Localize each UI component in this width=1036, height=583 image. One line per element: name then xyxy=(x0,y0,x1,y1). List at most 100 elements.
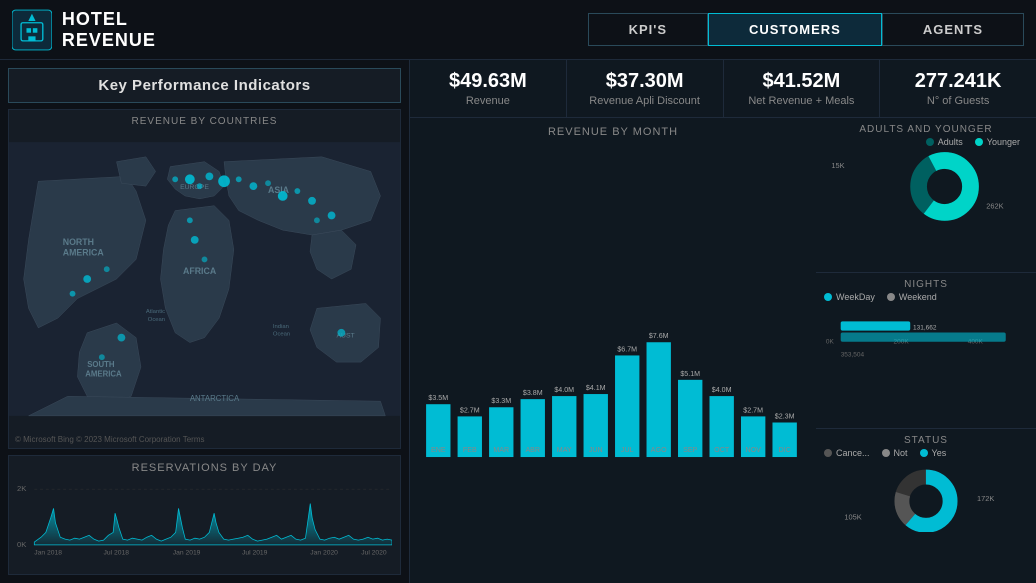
svg-text:353,504: 353,504 xyxy=(841,352,865,359)
svg-text:0K: 0K xyxy=(17,540,27,549)
svg-text:Jul 2018: Jul 2018 xyxy=(104,550,130,557)
svg-text:Jan 2018: Jan 2018 xyxy=(34,550,62,557)
adults-chart-title: ADULTS AND YOUNGER xyxy=(824,124,1028,135)
weekend-label: Weekend xyxy=(899,292,937,302)
svg-text:Jan 2019: Jan 2019 xyxy=(173,550,201,557)
svg-text:JUL: JUL xyxy=(621,446,634,454)
status-donut-svg: 105K 172K xyxy=(824,462,1028,532)
adults-legend-row: Adults Younger xyxy=(824,137,1020,147)
status-chart-title: STATUS xyxy=(824,435,1028,446)
bar-chart-svg: $3.5M ENE $2.7M FEB $3.3M MAR $3.8M ABR xyxy=(420,142,806,559)
reservations-title: RESERVATIONS BY DAY xyxy=(17,462,392,474)
kpi-title: Key Performance Indicators xyxy=(8,68,401,103)
bar-chart-title: REVENUE BY MONTH xyxy=(420,126,806,138)
app-title: HOTEL REVENUE xyxy=(62,9,212,51)
svg-text:SOUTH: SOUTH xyxy=(87,360,115,369)
svg-text:$2.3M: $2.3M xyxy=(775,412,795,420)
cancel-dot xyxy=(824,449,832,457)
svg-text:$4.0M: $4.0M xyxy=(712,386,732,394)
svg-text:MAY: MAY xyxy=(557,446,572,454)
weekday-label: WeekDay xyxy=(836,292,875,302)
metric-revenue: $49.63M Revenue xyxy=(410,60,567,117)
svg-text:Jul 2020: Jul 2020 xyxy=(361,550,387,557)
status-legend-cancel: Cance... xyxy=(824,448,870,458)
svg-text:SEP: SEP xyxy=(683,446,697,454)
svg-text:ABR: ABR xyxy=(525,446,540,454)
tab-customers[interactable]: CUSTOMERS xyxy=(708,13,882,46)
svg-text:$6.7M: $6.7M xyxy=(617,345,637,353)
map-footer: © Microsoft Bing © 2023 Microsoft Corpor… xyxy=(15,435,205,444)
reservations-panel: RESERVATIONS BY DAY 2K 0K Jan 2018 Jul 2… xyxy=(8,455,401,575)
not-label: Not xyxy=(894,448,908,458)
right-panel: $49.63M Revenue $37.30M Revenue Apli Dis… xyxy=(410,60,1036,583)
svg-text:NORTH: NORTH xyxy=(63,237,94,247)
younger-dot xyxy=(975,138,983,146)
nights-chart-svg: 0K 200K 400K 131,662 353,504 xyxy=(824,306,1028,371)
hotel-logo-icon xyxy=(12,8,52,52)
not-dot xyxy=(882,449,890,457)
right-charts: ADULTS AND YOUNGER Adults Younger 15K xyxy=(816,118,1036,583)
younger-label: Younger xyxy=(987,137,1020,147)
svg-text:Atlantic: Atlantic xyxy=(146,309,165,315)
svg-text:ENE: ENE xyxy=(431,446,446,454)
nights-legend-row: WeekDay Weekend xyxy=(824,292,1028,302)
tab-agents[interactable]: AGENTS xyxy=(882,13,1024,46)
svg-text:AGO: AGO xyxy=(651,446,667,454)
nav-tabs: KPI'S CUSTOMERS AGENTS xyxy=(588,13,1024,46)
header: HOTEL REVENUE KPI'S CUSTOMERS AGENTS xyxy=(0,0,1036,60)
adults-chart: ADULTS AND YOUNGER Adults Younger 15K xyxy=(816,118,1036,273)
status-legend-yes: Yes xyxy=(920,448,947,458)
logo-area: HOTEL REVENUE xyxy=(12,8,212,52)
nights-chart-title: NIGHTS xyxy=(824,279,1028,290)
svg-text:OCT: OCT xyxy=(714,446,730,454)
yes-label: Yes xyxy=(932,448,947,458)
metrics-row: $49.63M Revenue $37.30M Revenue Apli Dis… xyxy=(410,60,1036,118)
svg-text:131,662: 131,662 xyxy=(913,325,937,332)
svg-text:$5.1M: $5.1M xyxy=(680,370,700,378)
svg-text:Ocean: Ocean xyxy=(148,317,165,323)
svg-text:172K: 172K xyxy=(977,494,994,503)
nights-legend-weekend: Weekend xyxy=(887,292,937,302)
svg-text:JUN: JUN xyxy=(589,446,603,454)
svg-text:NOV: NOV xyxy=(745,446,761,454)
adults-legend-adults: Adults xyxy=(926,137,963,147)
svg-text:AFRICA: AFRICA xyxy=(183,266,217,276)
metric-revenue-label: Revenue xyxy=(422,95,554,107)
svg-text:$2.7M: $2.7M xyxy=(743,406,763,414)
svg-text:Indian: Indian xyxy=(273,324,289,330)
svg-text:262K: 262K xyxy=(986,202,1003,211)
svg-text:$3.8M: $3.8M xyxy=(523,389,543,397)
svg-text:FEB: FEB xyxy=(463,446,477,454)
svg-text:AMERICA: AMERICA xyxy=(85,370,122,379)
metric-discount: $37.30M Revenue Apli Discount xyxy=(567,60,724,117)
cancel-label: Cance... xyxy=(836,448,870,458)
adults-legend-younger: Younger xyxy=(975,137,1020,147)
svg-text:2K: 2K xyxy=(17,484,27,493)
world-map-svg: NORTH AMERICA EUROPE ASIA AFRICA SOUTH A… xyxy=(9,110,400,448)
svg-text:0K: 0K xyxy=(826,339,835,346)
metric-revenue-value: $49.63M xyxy=(422,70,554,93)
svg-text:DIC: DIC xyxy=(779,446,791,454)
metric-guests-value: 277.241K xyxy=(892,70,1024,93)
metric-guests-label: N° of Guests xyxy=(892,95,1024,107)
metric-net-revenue: $41.52M Net Revenue + Meals xyxy=(724,60,881,117)
adults-label: Adults xyxy=(938,137,963,147)
svg-text:$3.5M: $3.5M xyxy=(428,394,448,402)
status-chart: STATUS Cance... Not Yes xyxy=(816,429,1036,583)
svg-text:EUROPE: EUROPE xyxy=(180,184,209,191)
tab-kpis[interactable]: KPI'S xyxy=(588,13,708,46)
adults-dot xyxy=(926,138,934,146)
svg-text:$4.1M: $4.1M xyxy=(586,384,606,392)
weekday-dot xyxy=(824,293,832,301)
svg-text:$2.7M: $2.7M xyxy=(460,406,480,414)
map-label: REVENUE BY COUNTRIES xyxy=(132,116,278,127)
svg-text:MAR: MAR xyxy=(493,446,509,454)
left-panel: Key Performance Indicators REVENUE BY CO… xyxy=(0,60,410,583)
metric-guests: 277.241K N° of Guests xyxy=(880,60,1036,117)
nights-legend-weekday: WeekDay xyxy=(824,292,875,302)
charts-area: REVENUE BY MONTH $3.5M ENE $2.7M FEB $3.… xyxy=(410,118,1036,583)
status-legend-row: Cance... Not Yes xyxy=(824,448,1028,458)
svg-text:$4.0M: $4.0M xyxy=(554,386,574,394)
metric-discount-label: Revenue Apli Discount xyxy=(579,95,711,107)
status-legend-not: Not xyxy=(882,448,908,458)
